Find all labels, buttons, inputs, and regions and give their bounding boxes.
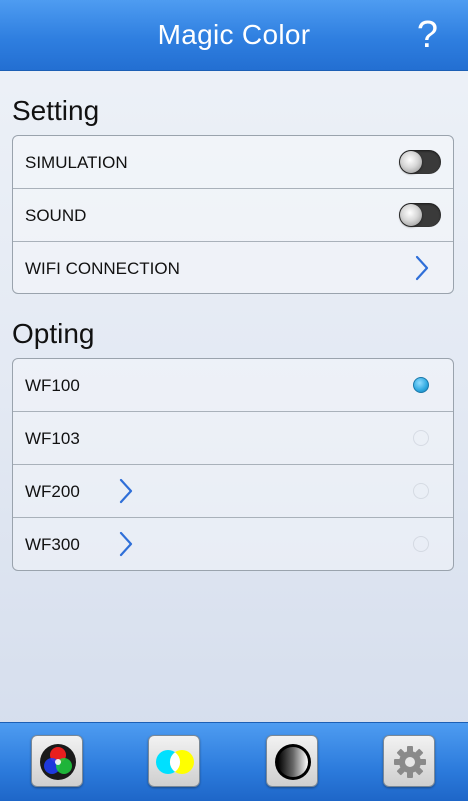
simulation-row[interactable]: SIMULATION: [13, 136, 453, 189]
option-wf103-row[interactable]: WF103: [13, 412, 453, 465]
option-wf300-row[interactable]: WF300: [13, 518, 453, 571]
app-title: Magic Color: [157, 19, 311, 50]
toggle-knob: [400, 151, 422, 173]
chevron-right-icon[interactable]: [119, 531, 133, 557]
option-wf200-row[interactable]: WF200: [13, 465, 453, 518]
color-mix-tab-button[interactable]: [31, 735, 83, 787]
gear-icon: [394, 746, 426, 778]
setting-group: SIMULATION SOUND WIFI CONNECTION: [12, 135, 454, 294]
option-wf103-radio[interactable]: [413, 430, 429, 446]
option-wf103-label: WF103: [25, 429, 80, 448]
setting-section-title: Setting: [12, 95, 100, 126]
wifi-connection-label: WIFI CONNECTION: [25, 259, 180, 278]
option-wf100-row[interactable]: WF100: [13, 359, 453, 412]
opting-section-title: Opting: [12, 318, 95, 349]
toggle-knob: [400, 204, 422, 226]
bottom-navigation-bar: [0, 722, 468, 801]
option-wf100-radio[interactable]: [413, 377, 429, 393]
settings-tab-button[interactable]: [383, 735, 435, 787]
sound-toggle[interactable]: [399, 203, 441, 227]
help-button[interactable]: ?: [417, 12, 438, 58]
option-wf100-label: WF100: [25, 376, 80, 395]
option-wf200-label: WF200: [25, 482, 80, 501]
color-temperature-tab-button[interactable]: [148, 735, 200, 787]
rgb-color-wheel-icon: [40, 744, 76, 780]
simulation-label: SIMULATION: [25, 153, 128, 172]
black-white-contrast-icon: [275, 744, 311, 780]
option-wf200-radio[interactable]: [413, 483, 429, 499]
opting-group: WF100 WF103 WF200 WF300: [12, 358, 454, 571]
wifi-connection-row[interactable]: WIFI CONNECTION: [13, 242, 453, 295]
option-wf300-label: WF300: [25, 535, 80, 554]
simulation-toggle[interactable]: [399, 150, 441, 174]
sound-label: SOUND: [25, 206, 87, 225]
app-header: Magic Color ?: [0, 0, 468, 71]
chevron-right-icon: [415, 255, 429, 281]
chevron-right-icon[interactable]: [119, 478, 133, 504]
sound-row[interactable]: SOUND: [13, 189, 453, 242]
cyan-yellow-circles-icon: [156, 750, 194, 774]
contrast-tab-button[interactable]: [266, 735, 318, 787]
option-wf300-radio[interactable]: [413, 536, 429, 552]
